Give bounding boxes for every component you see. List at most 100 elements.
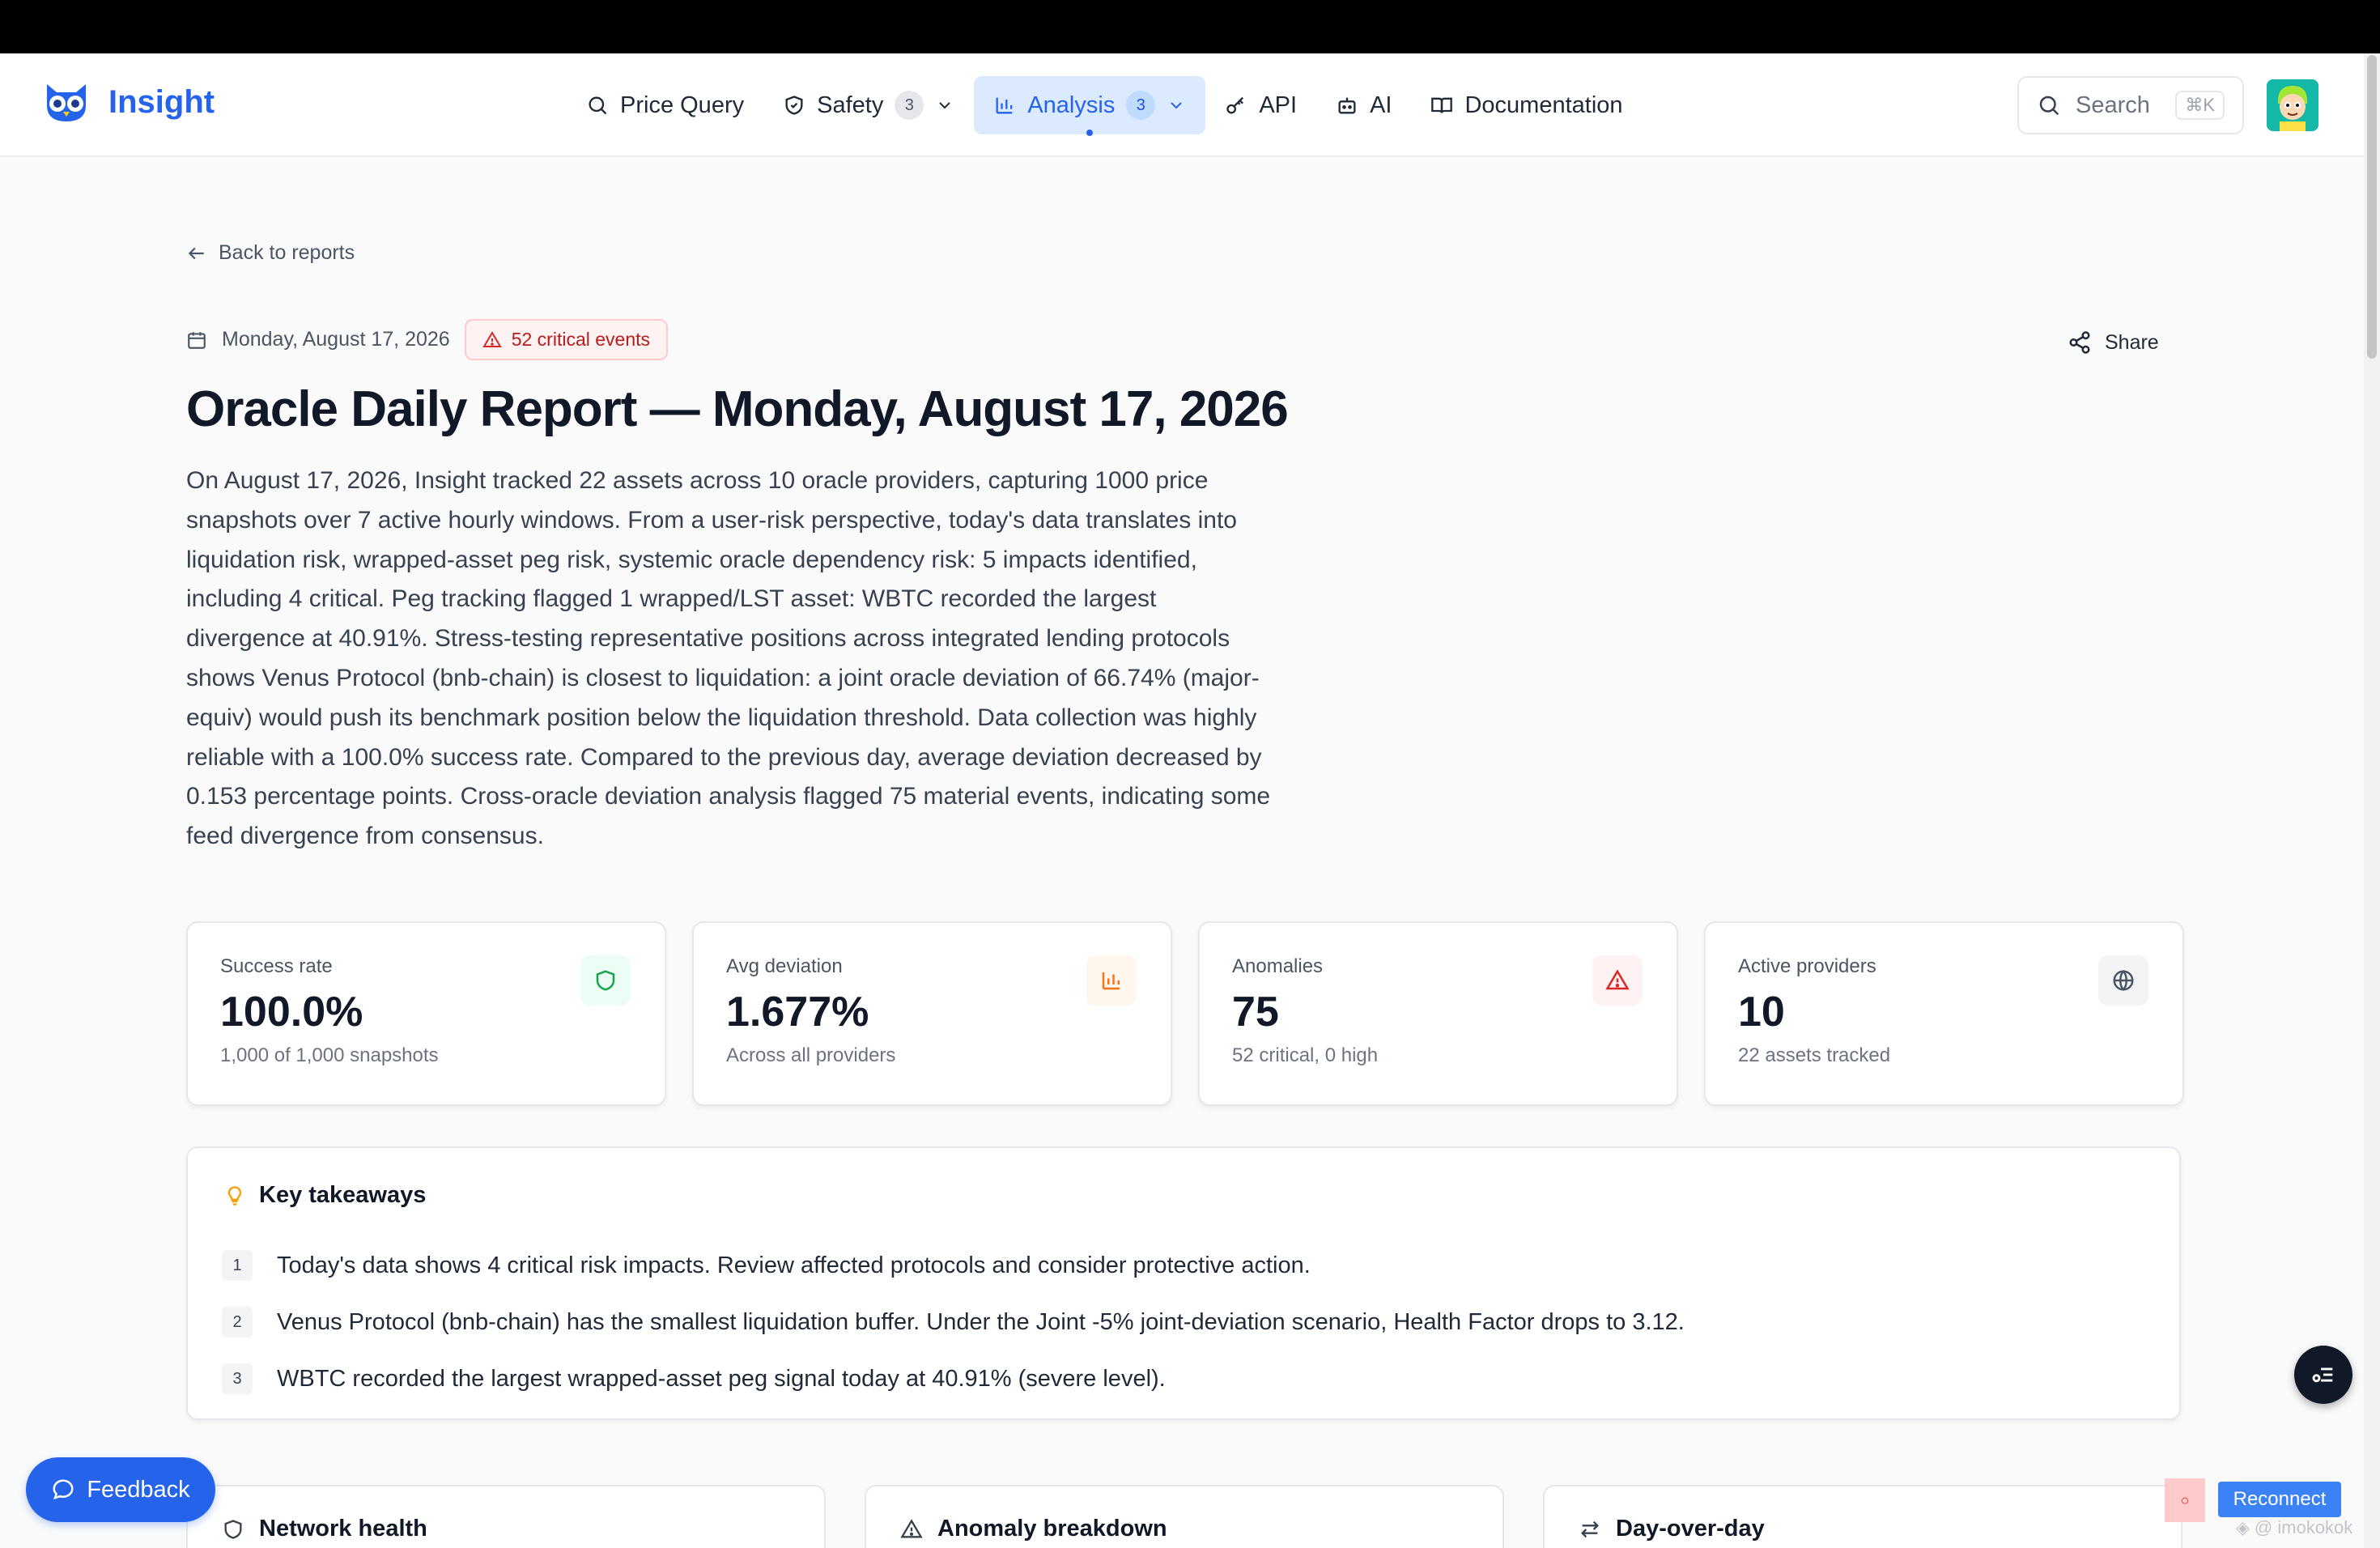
alert-triangle-icon [1592,955,1643,1006]
nav-count-badge: 3 [895,91,924,120]
shield-icon [224,1519,242,1539]
share-button[interactable]: Share [2068,330,2159,355]
item-text: Venus Protocol (bnb-chain) has the small… [277,1308,1685,1335]
stats-row: Success rate 100.0% 1,000 of 1,000 snaps… [186,921,2184,1106]
item-text: Today's data shows 4 critical risk impac… [277,1252,1311,1278]
bot-icon [1338,97,1356,114]
search-icon [589,96,607,115]
stat-subtext: Across all providers [726,1044,896,1066]
floating-menu-button[interactable] [2294,1346,2352,1404]
list-settings-icon [2312,1367,2333,1383]
search-button[interactable]: Search ⌘K [2017,76,2244,134]
share-label: Share [2105,330,2159,354]
stat-subtext: 52 critical, 0 high [1232,1044,1379,1066]
network-health-card: Network health [186,1485,826,1548]
list-item: 3 WBTC recorded the largest wrapped-asse… [222,1350,1685,1407]
item-number: 2 [222,1307,253,1337]
feedback-button[interactable]: Feedback [26,1457,215,1522]
brand-name: Insight [108,83,215,120]
nav-label: Documentation [1464,91,1623,118]
report-date: Monday, August 17, 2026 [222,328,450,351]
back-to-reports-link[interactable]: Back to reports [186,241,355,265]
report-meta: Monday, August 17, 2026 52 critical even… [186,319,669,360]
stat-card-anomalies: Anomalies 75 52 critical, 0 high [1198,921,1678,1106]
nav-price-query[interactable]: Price Query [567,76,763,134]
lightbulb-icon [227,1185,242,1206]
nav-documentation[interactable]: Documentation [1411,76,1642,134]
owl-logo-icon [47,84,86,121]
card-title: Network health [259,1516,427,1542]
reconnect-button[interactable]: Reconnect [2218,1482,2341,1517]
card-title: Anomaly breakdown [937,1516,1167,1542]
stat-card-success-rate: Success rate 100.0% 1,000 of 1,000 snaps… [186,921,666,1106]
takeaways-header: Key takeaways [223,1182,426,1209]
nav-label: AI [1370,91,1392,118]
anomaly-breakdown-card: Anomaly breakdown [865,1485,1504,1548]
page-scrollbar[interactable] [2364,53,2380,1548]
feedback-label: Feedback [87,1476,190,1503]
card-header: Network health [222,1516,427,1542]
chat-bubble-icon [53,1479,74,1499]
card-header: Day-over-day [1579,1516,1765,1542]
nav-label: API [1259,91,1298,118]
stat-card-active-providers: Active providers 10 22 assets tracked [1704,921,2184,1106]
browser-top-bar [0,0,2380,53]
item-number: 3 [222,1363,253,1394]
keyboard-shortcut: ⌘K [2175,91,2225,120]
alert-triangle-icon [482,330,502,347]
watermark-logo-icon: ◈ [2236,1517,2250,1537]
watermark: ◈ @ imokokok [2236,1517,2352,1538]
shield-icon [785,96,803,115]
stat-card-avg-deviation: Avg deviation 1.677% Across all provider… [692,921,1172,1106]
takeaways-list: 1 Today's data shows 4 critical risk imp… [222,1237,1685,1407]
critical-events-badge: 52 critical events [464,319,669,360]
report-summary: On August 17, 2026, Insight tracked 22 a… [186,467,1271,850]
search-icon [2039,96,2059,116]
book-icon [1431,97,1453,113]
brand-logo[interactable]: Insight [42,81,215,123]
key-icon [1226,96,1244,114]
nav-safety[interactable]: Safety 3 [763,76,974,134]
arrow-left-icon [188,247,204,259]
stat-subtext: 1,000 of 1,000 snapshots [220,1044,439,1066]
connection-status-indicator: ○ [2165,1478,2205,1522]
nav-analysis[interactable]: Analysis 3 [974,76,1206,136]
card-title: Day-over-day [1616,1516,1765,1542]
scrollbar-thumb[interactable] [2367,55,2377,359]
main-nav: Price Query Safety 3 Analysis 3 API AI D… [567,76,1643,136]
stat-subtext: 22 assets tracked [1738,1044,1891,1066]
nav-label: Price Query [620,91,745,118]
app-header: Insight Price Query Safety 3 Analysis 3 … [0,53,2364,157]
active-indicator [1086,130,1094,136]
calendar-icon [188,331,206,349]
share-icon [2069,331,2090,354]
watermark-text: @ imokokok [2254,1517,2353,1537]
list-item: 2 Venus Protocol (bnb-chain) has the sma… [222,1294,1685,1350]
nav-label: Analysis [1027,91,1116,118]
avatar-face-icon [2267,79,2318,131]
bar-chart-icon [1086,955,1137,1006]
day-over-day-card: Day-over-day [1543,1485,2182,1548]
globe-icon [2098,955,2148,1006]
search-label: Search [2076,91,2150,118]
item-text: WBTC recorded the largest wrapped-asset … [277,1365,1166,1392]
list-item: 1 Today's data shows 4 critical risk imp… [222,1237,1685,1294]
critical-events-label: 52 critical events [511,329,651,350]
nav-count-badge: 3 [1126,91,1156,120]
page-title: Oracle Daily Report — Monday, August 17,… [186,381,1289,437]
back-label: Back to reports [219,241,355,264]
nav-ai[interactable]: AI [1316,76,1411,134]
chevron-down-icon [939,102,951,109]
nav-api[interactable]: API [1205,76,1316,134]
bar-chart-icon [996,97,1013,114]
card-header: Anomaly breakdown [900,1516,1167,1542]
shield-icon [580,955,631,1006]
chevron-down-icon [1171,102,1183,109]
takeaways-title: Key takeaways [259,1182,427,1208]
nav-label: Safety [817,91,884,118]
arrows-swap-icon [1581,1520,1599,1537]
user-avatar[interactable] [2267,79,2318,131]
item-number: 1 [222,1250,253,1281]
key-takeaways-card: Key takeaways 1 Today's data shows 4 cri… [186,1146,2181,1420]
alert-triangle-icon [900,1518,923,1537]
